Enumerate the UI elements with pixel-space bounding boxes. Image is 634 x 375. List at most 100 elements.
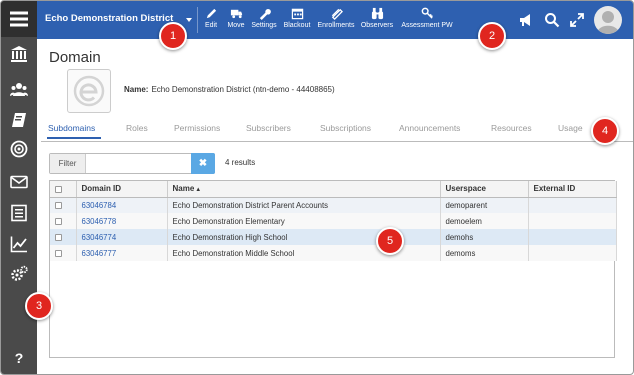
- tab-usage[interactable]: Usage: [558, 123, 583, 133]
- filter-input[interactable]: [87, 154, 191, 173]
- tab-permissions[interactable]: Permissions: [174, 123, 220, 133]
- observers-button[interactable]: Observers: [359, 7, 395, 35]
- select-all-checkbox[interactable]: [55, 185, 62, 193]
- table-row[interactable]: 63046777 Echo Demonstration Middle Schoo…: [50, 245, 617, 261]
- blackout-label: Blackout: [283, 22, 311, 29]
- list-icon[interactable]: [10, 204, 28, 222]
- callout-4: 4: [591, 117, 619, 145]
- external-id-cell: [528, 197, 617, 213]
- row-select: [50, 245, 77, 261]
- app-window: ? Echo Demonstration District Edit Move …: [0, 0, 634, 375]
- book-icon[interactable]: [10, 111, 28, 129]
- district-selector[interactable]: Echo Demonstration District: [45, 13, 173, 24]
- tab-subdomains[interactable]: Subdomains: [48, 123, 95, 133]
- row-select: [50, 197, 77, 213]
- search-icon[interactable]: [544, 12, 560, 28]
- move-button[interactable]: Move: [225, 7, 247, 35]
- enrollments-label: Enrollments: [317, 22, 355, 29]
- page-title: Domain: [49, 49, 101, 66]
- tab-subscribers[interactable]: Subscribers: [246, 123, 291, 133]
- name-label: Name:: [124, 85, 149, 94]
- table-row[interactable]: 63046778 Echo Demonstration Elementary d…: [50, 213, 617, 229]
- chart-icon[interactable]: [10, 235, 28, 253]
- row-checkbox[interactable]: [55, 217, 62, 225]
- top-bar: Echo Demonstration District Edit Move Se…: [37, 1, 633, 39]
- tab-roles[interactable]: Roles: [126, 123, 148, 133]
- domain-logo: [67, 69, 111, 113]
- row-checkbox[interactable]: [55, 202, 62, 210]
- external-id-cell: [528, 229, 617, 245]
- clear-filter-button[interactable]: ✖: [191, 153, 215, 174]
- domain-name-value: Echo Demonstration District (ntn-demo - …: [151, 85, 335, 94]
- sort-ascending-icon: ▲: [195, 187, 202, 194]
- echo-logo-icon: [73, 75, 105, 107]
- callout-1: 1: [159, 22, 187, 50]
- menu-icon[interactable]: [1, 1, 37, 37]
- megaphone-icon[interactable]: [518, 12, 534, 28]
- observers-label: Observers: [360, 22, 394, 29]
- userspace-cell: demoms: [440, 245, 529, 261]
- userspace-cell: demoparent: [440, 197, 529, 213]
- domain-id-link[interactable]: 63046778: [76, 213, 168, 229]
- domain-name-cell: Echo Demonstration Elementary: [167, 213, 441, 229]
- blackout-button[interactable]: Blackout: [282, 7, 312, 35]
- row-checkbox[interactable]: [55, 249, 62, 257]
- subdomains-table: Domain ID Name▲ Userspace External ID 63…: [49, 180, 617, 358]
- truck-icon: [230, 9, 242, 19]
- row-select: [50, 213, 77, 229]
- target-icon[interactable]: [10, 140, 28, 158]
- tab-resources[interactable]: Resources: [491, 123, 532, 133]
- tab-subscriptions[interactable]: Subscriptions: [320, 123, 371, 133]
- row-checkbox[interactable]: [55, 233, 62, 241]
- domain-id-link[interactable]: 63046784: [76, 197, 168, 213]
- gears-icon[interactable]: [10, 265, 28, 283]
- settings-button[interactable]: Settings: [249, 7, 279, 35]
- mail-icon[interactable]: [10, 173, 28, 191]
- domain-id-link[interactable]: 63046774: [76, 229, 168, 245]
- active-tab-indicator: [47, 137, 101, 139]
- edit-button[interactable]: Edit: [202, 7, 220, 35]
- enrollments-button[interactable]: Enrollments: [316, 7, 356, 35]
- help-button[interactable]: ?: [1, 350, 37, 366]
- row-select: [50, 229, 77, 245]
- callout-3: 3: [25, 292, 53, 320]
- column-header-external-id[interactable]: External ID: [528, 181, 617, 198]
- expand-icon[interactable]: [569, 12, 585, 28]
- assessment-pw-label: Assessment PW: [401, 22, 453, 29]
- column-header-userspace[interactable]: Userspace: [440, 181, 529, 198]
- userspace-cell: demohs: [440, 229, 529, 245]
- move-label: Move: [227, 22, 245, 29]
- table-row[interactable]: 63046774 Echo Demonstration High School …: [50, 229, 617, 245]
- assessment-pw-button[interactable]: Assessment PW: [399, 7, 455, 35]
- name-header-label: Name: [172, 184, 195, 194]
- filter-box: Filter ✖: [49, 153, 215, 174]
- domain-name-cell: Echo Demonstration District Parent Accou…: [167, 197, 441, 213]
- results-count: 4 results: [225, 158, 256, 167]
- ticket-icon: [331, 8, 343, 20]
- users-icon[interactable]: [10, 81, 28, 99]
- divider: [197, 7, 198, 33]
- userspace-header-label: Userspace: [445, 184, 486, 194]
- settings-label: Settings: [251, 22, 277, 29]
- callout-5: 5: [376, 227, 404, 255]
- domain-id-link[interactable]: 63046777: [76, 245, 168, 261]
- tab-announcements[interactable]: Announcements: [399, 123, 460, 133]
- column-header-name[interactable]: Name▲: [167, 181, 441, 198]
- table-header-row: Domain ID Name▲ Userspace External ID: [50, 181, 617, 198]
- tab-bar: Subdomains Roles Permissions Subscribers…: [41, 120, 633, 142]
- table-row[interactable]: 63046784 Echo Demonstration District Par…: [50, 197, 617, 213]
- domain-id-header-label: Domain ID: [81, 184, 122, 194]
- key-icon: [421, 7, 433, 19]
- binoculars-icon: [371, 7, 383, 20]
- column-header-domain-id[interactable]: Domain ID: [76, 181, 168, 198]
- userspace-cell: demoelem: [440, 213, 529, 229]
- select-all-header: [50, 181, 77, 198]
- domain-name-row: Name: Echo Demonstration District (ntn-de…: [124, 85, 335, 94]
- callout-2: 2: [478, 22, 506, 50]
- wrench-icon: [259, 8, 271, 20]
- pencil-icon: [206, 8, 216, 19]
- avatar[interactable]: [594, 6, 622, 34]
- chevron-down-icon[interactable]: [186, 18, 192, 22]
- bank-icon[interactable]: [10, 45, 28, 63]
- calendar-icon: [291, 8, 303, 20]
